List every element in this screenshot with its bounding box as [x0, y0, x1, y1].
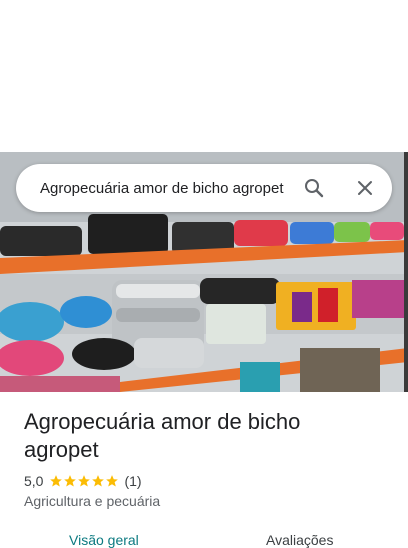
tab-reviews[interactable]: Avaliações [266, 532, 333, 548]
tab-overview[interactable]: Visão geral [69, 532, 139, 548]
star-rating [49, 474, 119, 488]
place-category: Agricultura e pecuária [24, 493, 161, 509]
close-icon[interactable] [353, 176, 377, 200]
star-icon [92, 475, 105, 487]
map-blank-area [0, 0, 408, 152]
star-icon [64, 475, 77, 487]
review-count[interactable]: (1) [124, 473, 141, 489]
search-bar[interactable]: Agropecuária amor de bicho agropet [16, 164, 392, 212]
place-title: Agropecuária amor de bicho agropet [24, 409, 301, 462]
rating-value: 5,0 [24, 473, 44, 489]
search-icon[interactable] [302, 176, 326, 200]
rating-row[interactable]: 5,0 (1) [24, 472, 142, 490]
search-input[interactable]: Agropecuária amor de bicho agropet [40, 180, 288, 197]
star-icon [106, 475, 119, 487]
star-icon [78, 475, 91, 487]
photo-edge [404, 152, 408, 392]
star-icon [50, 475, 63, 487]
place-details-panel: Agropecuária amor de bicho agropet 5,0 (… [0, 392, 408, 548]
